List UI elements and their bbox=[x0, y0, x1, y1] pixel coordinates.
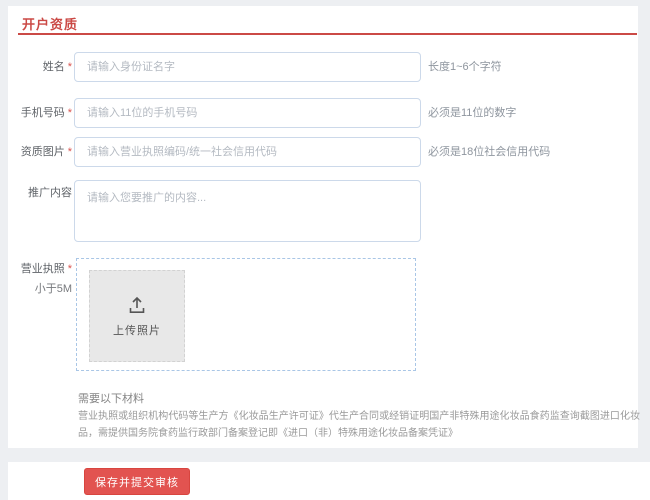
promo-content-label-text: 推广内容 bbox=[28, 187, 72, 199]
page-title: 开户资质 bbox=[22, 17, 79, 32]
footer-bar: 保存并提交审核 bbox=[8, 462, 650, 500]
required-asterisk: * bbox=[67, 146, 72, 158]
name-label-text: 姓名 bbox=[42, 61, 65, 73]
phone-label: 手机号码 * bbox=[8, 98, 72, 128]
note-title: 需要以下材料 bbox=[78, 393, 144, 405]
form-row-phone: 手机号码* 必须是11位的数字 bbox=[8, 98, 638, 128]
form-row-qualification: 资质图片* 必须是18位社会信用代码 bbox=[8, 137, 638, 167]
qualification-code-input[interactable] bbox=[74, 137, 421, 167]
upload-icon bbox=[129, 296, 145, 313]
required-asterisk: * bbox=[67, 107, 72, 119]
name-hint: 长度1~6个字符 bbox=[428, 61, 502, 73]
promo-content-label: 推广内容 bbox=[8, 187, 72, 199]
submit-button[interactable]: 保存并提交审核 bbox=[84, 468, 190, 495]
upload-photo-button[interactable]: 上传照片 bbox=[89, 270, 185, 362]
qualification-label: 资质图片 * bbox=[8, 137, 72, 167]
phone-hint: 必须是11位的数字 bbox=[428, 107, 517, 119]
qualification-label-text: 资质图片 bbox=[20, 146, 65, 158]
upload-size-limit: 小于5M bbox=[34, 283, 72, 295]
qualification-hint: 必须是18位社会信用代码 bbox=[428, 146, 551, 158]
form-row-name: 姓名* 长度1~6个字符 bbox=[8, 52, 638, 82]
form-row-promo-content: 推广内容 bbox=[8, 180, 638, 242]
name-label: 姓名 * bbox=[8, 52, 72, 82]
required-asterisk: * bbox=[67, 61, 72, 73]
upload-text: 上传照片 bbox=[113, 324, 161, 337]
phone-label-text: 手机号码 bbox=[20, 107, 65, 119]
form-row-business-license: 营业执照 * 小于5M 上传照片 bbox=[8, 258, 638, 371]
title-underline bbox=[18, 33, 637, 35]
phone-input[interactable] bbox=[74, 98, 421, 128]
promo-content-textarea[interactable] bbox=[74, 180, 421, 242]
account-qualification-panel: 开户资质 姓名* 长度1~6个字符 手机号码* 必须是11位的数字 资质图片* … bbox=[8, 6, 640, 448]
upload-dropzone: 上传照片 bbox=[76, 258, 416, 371]
note-body: 营业执照或组织机构代码等生产方《化妆品生产许可证》代生产合同或经销证明国产非特殊… bbox=[78, 411, 640, 439]
name-input[interactable] bbox=[74, 52, 421, 82]
